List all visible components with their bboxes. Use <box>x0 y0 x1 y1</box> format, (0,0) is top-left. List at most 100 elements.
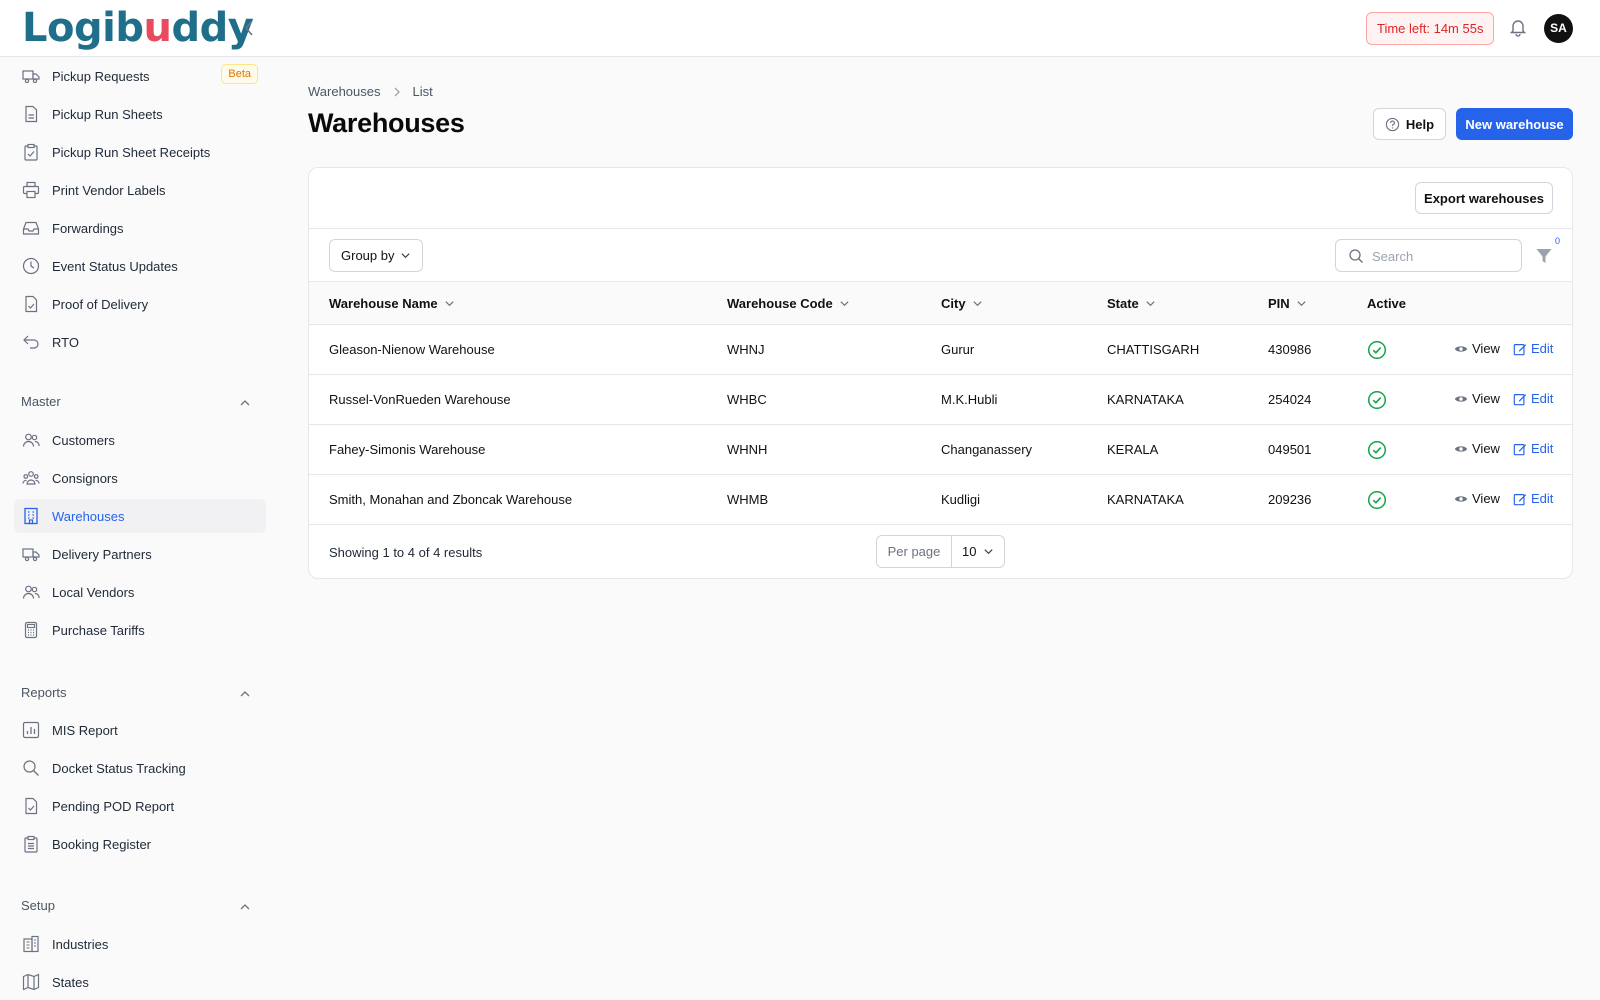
per-page-select[interactable]: 10 <box>952 536 1004 567</box>
sidebar-item-consignors[interactable]: Consignors <box>14 461 266 495</box>
user-group-icon <box>22 471 40 485</box>
check-circle-icon <box>1367 390 1387 410</box>
chevron-down-icon <box>445 301 454 307</box>
cell-city: Gurur <box>941 342 975 357</box>
view-button[interactable]: View <box>1454 391 1500 406</box>
chevron-left-icon <box>244 20 253 36</box>
edit-label: Edit <box>1531 391 1554 406</box>
breadcrumb-link-warehouses[interactable]: Warehouses <box>308 84 381 99</box>
sidebar-item-mis-report[interactable]: MIS Report <box>14 713 266 747</box>
search-input[interactable] <box>1372 247 1512 265</box>
sidebar-item-label: Purchase Tariffs <box>52 622 145 638</box>
building-icon <box>24 507 38 525</box>
check-circle-icon <box>1367 490 1387 510</box>
edit-button[interactable]: Edit <box>1513 441 1553 456</box>
sidebar-item-forwardings[interactable]: Forwardings <box>14 211 266 245</box>
users-icon <box>22 585 40 599</box>
cell-warehouse-name: Smith, Monahan and Zboncak Warehouse <box>329 492 573 507</box>
sidebar-item-pickup-run-sheets[interactable]: Pickup Run Sheets <box>14 97 266 131</box>
users-icon <box>22 433 40 447</box>
cell-state: KARNATAKA <box>1107 392 1184 407</box>
view-button[interactable]: View <box>1454 441 1500 456</box>
clipboard-list-icon <box>24 835 38 853</box>
column-label: City <box>941 296 966 311</box>
cell-state: CHATTISGARH <box>1107 342 1200 357</box>
sidebar-item-booking-register[interactable]: Booking Register <box>14 827 266 861</box>
collapse-sidebar-button[interactable] <box>238 16 260 40</box>
chevron-down-icon <box>401 253 411 259</box>
view-button[interactable]: View <box>1454 341 1500 356</box>
chevron-up-icon <box>240 904 250 910</box>
map-icon <box>22 973 40 991</box>
app-logo[interactable]: Logibuddy <box>22 5 254 51</box>
cell-warehouse-name: Fahey-Simonis Warehouse <box>329 442 486 457</box>
edit-button[interactable]: Edit <box>1513 341 1553 356</box>
edit-button[interactable]: Edit <box>1513 491 1553 506</box>
cell-pin: 209236 <box>1268 492 1312 507</box>
clipboard-check-icon <box>24 143 38 161</box>
sidebar-item-customers[interactable]: Customers <box>14 423 266 457</box>
return-arrow-icon <box>23 335 39 349</box>
group-by-label: Group by <box>341 248 395 263</box>
view-label: View <box>1472 341 1500 356</box>
sidebar-item-states[interactable]: States <box>14 965 266 999</box>
sidebar-item-pending-pod-report[interactable]: Pending POD Report <box>14 789 266 823</box>
cell-warehouse-code: WHNH <box>727 442 768 457</box>
column-header-warehouse-name[interactable]: Warehouse Name <box>329 296 455 311</box>
sidebar-item-pickup-run-sheet-receipts[interactable]: Pickup Run Sheet Receipts <box>14 135 266 169</box>
user-avatar[interactable]: SA <box>1544 14 1573 43</box>
sidebar-item-purchase-tariffs[interactable]: Purchase Tariffs <box>14 613 266 647</box>
sidebar-item-label: Pickup Requests <box>52 68 150 84</box>
sidebar-item-pickup-requests[interactable]: Pickup Requests Beta <box>14 59 266 93</box>
cell-warehouse-name: Gleason-Nienow Warehouse <box>329 342 495 357</box>
column-header-state[interactable]: State <box>1107 296 1156 311</box>
sidebar-section-setup[interactable]: Setup <box>21 898 261 918</box>
chevron-up-icon <box>240 691 250 697</box>
filter-icon[interactable] <box>1535 247 1553 265</box>
column-label: PIN <box>1268 296 1290 311</box>
sidebar-item-print-vendor-labels[interactable]: Print Vendor Labels <box>14 173 266 207</box>
check-circle-icon <box>1367 440 1387 460</box>
chevron-down-icon <box>972 301 982 307</box>
help-button[interactable]: Help <box>1373 108 1446 140</box>
sidebar-item-industries[interactable]: Industries <box>14 927 266 961</box>
breadcrumb-current: List <box>412 84 433 99</box>
search-icon <box>1349 249 1363 263</box>
export-warehouses-button[interactable]: Export warehouses <box>1415 182 1553 214</box>
per-page-selector: Per page 10 <box>876 535 1005 568</box>
column-label: Warehouse Name <box>329 296 438 311</box>
table-row: Gleason-Nienow Warehouse WHNJ Gurur CHAT… <box>309 325 1572 375</box>
top-bar: Logibuddy Time left: 14m 55s SA <box>0 0 1600 57</box>
sidebar-section-master[interactable]: Master <box>21 394 261 414</box>
eye-icon <box>1454 445 1468 452</box>
edit-icon <box>1513 443 1527 455</box>
sidebar-section-reports[interactable]: Reports <box>21 685 261 705</box>
sidebar-item-event-status-updates[interactable]: Event Status Updates <box>14 249 266 283</box>
sidebar-item-proof-of-delivery[interactable]: Proof of Delivery <box>14 287 266 321</box>
sidebar-item-warehouses[interactable]: Warehouses <box>14 499 266 533</box>
sidebar-item-label: Pickup Run Sheets <box>52 106 163 122</box>
column-header-city[interactable]: City <box>941 296 983 311</box>
sidebar-item-rto[interactable]: RTO <box>14 325 266 359</box>
cell-warehouse-code: WHBC <box>727 392 767 407</box>
search-box[interactable] <box>1335 239 1522 272</box>
view-label: View <box>1472 491 1500 506</box>
view-button[interactable]: View <box>1454 491 1500 506</box>
notifications-button[interactable] <box>1508 17 1530 39</box>
column-header-warehouse-code[interactable]: Warehouse Code <box>727 296 850 311</box>
column-label: Active <box>1367 296 1407 311</box>
new-warehouse-button[interactable]: New warehouse <box>1456 108 1573 140</box>
column-header-pin[interactable]: PIN <box>1268 296 1307 311</box>
sidebar-item-label: MIS Report <box>52 722 118 738</box>
edit-button[interactable]: Edit <box>1513 391 1553 406</box>
sidebar-item-delivery-partners[interactable]: Delivery Partners <box>14 537 266 571</box>
sidebar-item-label: Booking Register <box>52 836 151 852</box>
sidebar-item-label: Delivery Partners <box>52 546 152 562</box>
sidebar-item-local-vendors[interactable]: Local Vendors <box>14 575 266 609</box>
clock-icon <box>22 257 40 275</box>
sidebar-item-label: Consignors <box>52 470 118 486</box>
sidebar-item-label: Pickup Run Sheet Receipts <box>52 144 211 160</box>
sidebar-item-docket-status-tracking[interactable]: Docket Status Tracking <box>14 751 266 785</box>
group-by-dropdown[interactable]: Group by <box>329 239 423 272</box>
table-toolbar: Group by 0 <box>309 229 1572 282</box>
